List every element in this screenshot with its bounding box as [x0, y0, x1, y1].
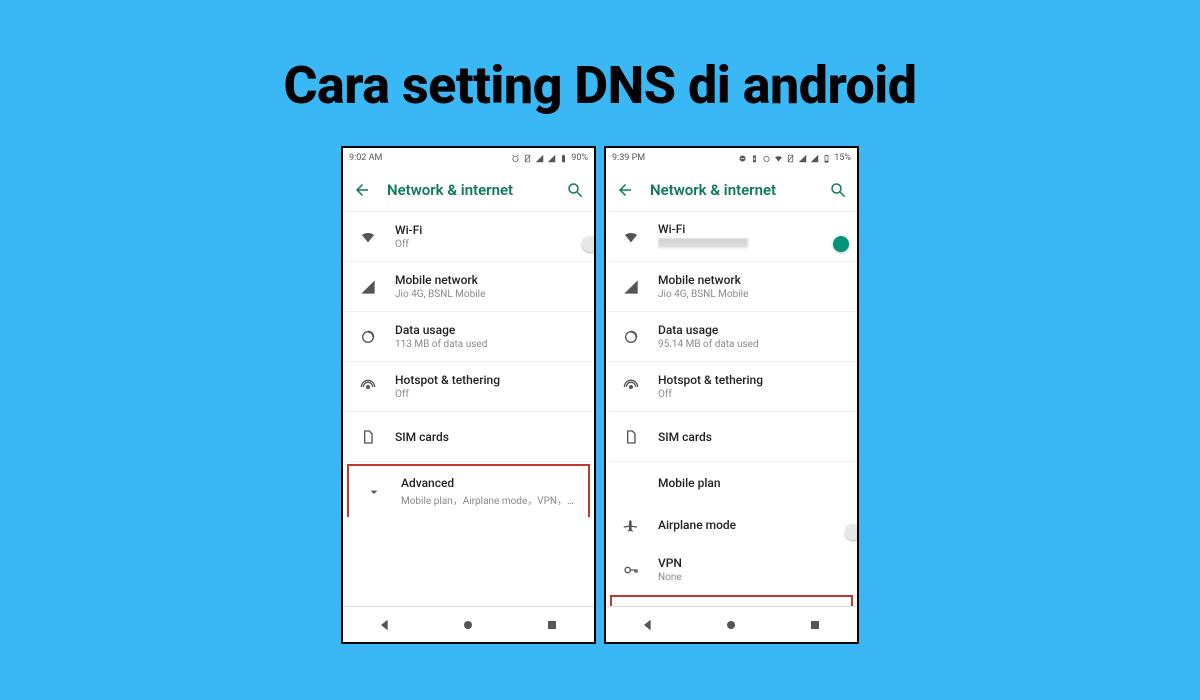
nav-home-button[interactable] [460, 617, 476, 633]
signal-icon [798, 154, 807, 163]
nav-recent-button[interactable] [807, 617, 823, 633]
sim-icon [618, 429, 644, 445]
row-sub [658, 238, 847, 251]
row-sub: Off [395, 239, 584, 250]
hotspot-icon [355, 379, 381, 395]
row-sub: 113 MB of data used [395, 339, 584, 350]
settings-list: Wi-Fi Mobile network Jio 4G, BSNL Mobile… [606, 212, 857, 606]
row-label: Hotspot & tethering [395, 373, 584, 387]
status-bar: 9:39 PM 15% [606, 148, 857, 168]
row-label: Wi-Fi [658, 222, 847, 236]
settings-list: Wi-Fi Off Mobile network Jio 4G, BSNL Mo… [343, 212, 594, 606]
row-data-usage[interactable]: Data usage 113 MB of data used [343, 312, 594, 362]
row-label: SIM cards [658, 430, 847, 444]
row-wifi[interactable]: Wi-Fi [606, 212, 857, 262]
row-airplane-mode[interactable]: Airplane mode [606, 504, 857, 546]
row-vpn[interactable]: VPN None [606, 546, 857, 593]
signal-icon [810, 154, 819, 163]
alarm-icon [511, 154, 520, 163]
row-label: VPN [658, 556, 847, 570]
battery-icon [559, 154, 568, 163]
airplane-icon [618, 517, 644, 533]
row-label: Airplane mode [658, 518, 847, 532]
search-button[interactable] [566, 181, 584, 199]
row-label: Data usage [395, 323, 584, 337]
row-advanced[interactable]: Advanced Mobile plan，Airplane mode，VPN，P… [347, 464, 590, 517]
signal-icon [535, 154, 544, 163]
row-sim-cards[interactable]: SIM cards [606, 412, 857, 462]
row-label: Data usage [658, 323, 847, 337]
status-bar: 9:02 AM 90% [343, 148, 594, 168]
row-private-dns[interactable]: Private DNS Automatic [610, 595, 853, 606]
row-label: Mobile network [395, 273, 584, 287]
row-sub: 95.14 MB of data used [658, 339, 847, 350]
wifi-icon [774, 154, 783, 163]
row-sub: None [658, 572, 847, 583]
row-label: Hotspot & tethering [658, 373, 847, 387]
row-sub: Mobile plan，Airplane mode，VPN，Priva.. [401, 492, 578, 507]
back-button[interactable] [353, 181, 371, 199]
nav-bar [343, 606, 594, 642]
phone-right: 9:39 PM 15% Network & internet [604, 146, 859, 644]
row-sub: Off [395, 389, 584, 400]
appbar-title: Network & internet [650, 181, 813, 199]
row-sub: Jio 4G, BSNL Mobile [395, 289, 584, 300]
phone-left: 9:02 AM 90% Network & internet Wi-Fi Off [341, 146, 596, 644]
row-label: Advanced [401, 476, 578, 490]
signal-icon [547, 154, 556, 163]
signal-icon [355, 279, 381, 295]
hotspot-icon [618, 379, 644, 395]
data-usage-icon [355, 329, 381, 345]
status-battery: 90% [571, 153, 588, 163]
row-sub: Off [658, 389, 847, 400]
nav-recent-button[interactable] [544, 617, 560, 633]
status-battery: 15% [834, 153, 851, 163]
phone-pair: 9:02 AM 90% Network & internet Wi-Fi Off [0, 146, 1200, 644]
status-time: 9:39 PM [612, 153, 645, 163]
row-data-usage[interactable]: Data usage 95.14 MB of data used [606, 312, 857, 362]
wifi-icon [355, 229, 381, 245]
alarm-icon [762, 154, 771, 163]
nav-bar [606, 606, 857, 642]
back-button[interactable] [616, 181, 634, 199]
status-time: 9:02 AM [349, 153, 382, 163]
row-label: Mobile network [658, 273, 847, 287]
row-mobile-plan[interactable]: Mobile plan [606, 462, 857, 504]
row-mobile-network[interactable]: Mobile network Jio 4G, BSNL Mobile [343, 262, 594, 312]
signal-icon [618, 279, 644, 295]
battery-saver-icon [750, 154, 759, 163]
row-mobile-network[interactable]: Mobile network Jio 4G, BSNL Mobile [606, 262, 857, 312]
wifi-icon [618, 229, 644, 245]
battery-icon [822, 154, 831, 163]
appbar-title: Network & internet [387, 181, 550, 199]
search-button[interactable] [829, 181, 847, 199]
row-sub: Jio 4G, BSNL Mobile [658, 289, 847, 300]
vpn-key-icon [618, 562, 644, 578]
do-not-disturb-icon [738, 154, 747, 163]
chevron-down-icon [361, 484, 387, 500]
nav-back-button[interactable] [640, 617, 656, 633]
row-label: Mobile plan [658, 476, 847, 490]
redacted-ssid [658, 238, 748, 248]
row-hotspot[interactable]: Hotspot & tethering Off [343, 362, 594, 412]
no-sim-icon [786, 154, 795, 163]
app-bar: Network & internet [606, 168, 857, 212]
nav-home-button[interactable] [723, 617, 739, 633]
sim-icon [355, 429, 381, 445]
page-title: Cara setting DNS di android [0, 0, 1200, 116]
app-bar: Network & internet [343, 168, 594, 212]
row-label: SIM cards [395, 430, 584, 444]
data-usage-icon [618, 329, 644, 345]
row-label: Wi-Fi [395, 223, 584, 237]
row-wifi[interactable]: Wi-Fi Off [343, 212, 594, 262]
row-sim-cards[interactable]: SIM cards [343, 412, 594, 462]
no-sim-icon [523, 154, 532, 163]
row-hotspot[interactable]: Hotspot & tethering Off [606, 362, 857, 412]
nav-back-button[interactable] [377, 617, 393, 633]
